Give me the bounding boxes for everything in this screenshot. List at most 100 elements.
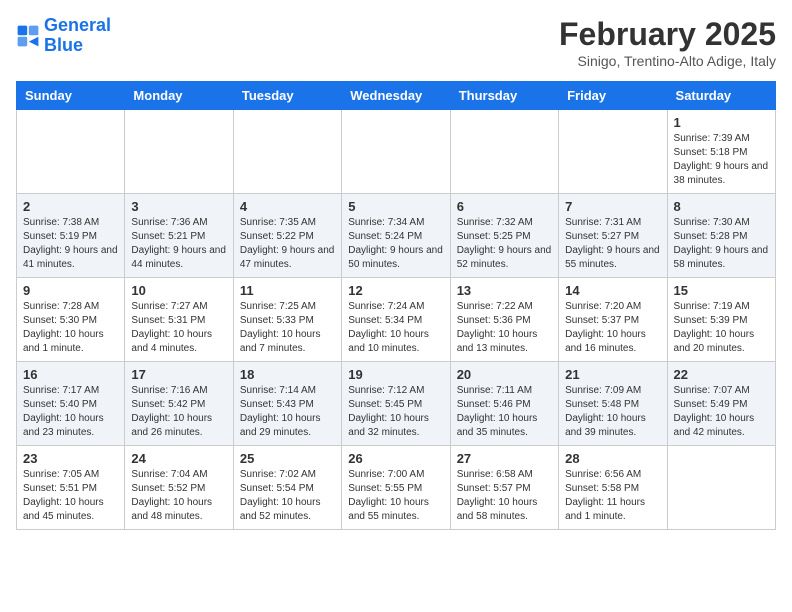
header-wednesday: Wednesday [342, 82, 450, 110]
day-info: Sunrise: 7:32 AM Sunset: 5:25 PM Dayligh… [457, 216, 552, 272]
table-row: 12 Sunrise: 7:24 AM Sunset: 5:34 PM Dayli… [342, 278, 450, 362]
logo-text: General Blue [44, 16, 111, 56]
logo-icon [16, 24, 40, 48]
day-number: 5 [348, 199, 443, 214]
day-number: 28 [565, 451, 660, 466]
day-info: Sunrise: 7:39 AM Sunset: 5:18 PM Dayligh… [674, 132, 769, 188]
day-number: 14 [565, 283, 660, 298]
table-row: 2 Sunrise: 7:38 AM Sunset: 5:19 PM Daylig… [17, 194, 125, 278]
day-number: 23 [23, 451, 118, 466]
day-info: Sunrise: 7:19 AM Sunset: 5:39 PM Dayligh… [674, 300, 769, 356]
header-saturday: Saturday [667, 82, 775, 110]
table-row [17, 110, 125, 194]
day-number: 2 [23, 199, 118, 214]
calendar-week-row: 16Sunrise: 7:17 AM Sunset: 5:40 PM Dayli… [17, 362, 776, 446]
table-row: 27 Sunrise: 6:58 AM Sunset: 5:57 PM Dayli… [450, 446, 558, 530]
day-info: Sunrise: 7:25 AM Sunset: 5:33 PM Dayligh… [240, 300, 335, 356]
table-row [667, 446, 775, 530]
header-thursday: Thursday [450, 82, 558, 110]
day-number: 22 [674, 367, 769, 382]
table-row: 4 Sunrise: 7:35 AM Sunset: 5:22 PM Daylig… [233, 194, 341, 278]
table-row: 11 Sunrise: 7:25 AM Sunset: 5:33 PM Dayli… [233, 278, 341, 362]
table-row: 19 Sunrise: 7:12 AM Sunset: 5:45 PM Dayli… [342, 362, 450, 446]
table-row [450, 110, 558, 194]
day-info: Sunrise: 7:28 AM Sunset: 5:30 PM Dayligh… [23, 300, 118, 356]
table-row: 21 Sunrise: 7:09 AM Sunset: 5:48 PM Dayli… [559, 362, 667, 446]
day-info: Sunrise: 7:36 AM Sunset: 5:21 PM Dayligh… [131, 216, 226, 272]
day-number: 7 [565, 199, 660, 214]
table-row: 23 Sunrise: 7:05 AM Sunset: 5:51 PM Dayli… [17, 446, 125, 530]
table-row: 16Sunrise: 7:17 AM Sunset: 5:40 PM Dayli… [17, 362, 125, 446]
day-info: Sunrise: 6:56 AM Sunset: 5:58 PM Dayligh… [565, 468, 660, 524]
day-info: Sunrise: 7:02 AM Sunset: 5:54 PM Dayligh… [240, 468, 335, 524]
day-number: 12 [348, 283, 443, 298]
day-info: Sunrise: 7:05 AM Sunset: 5:51 PM Dayligh… [23, 468, 118, 524]
table-row: 22Sunrise: 7:07 AM Sunset: 5:49 PM Dayli… [667, 362, 775, 446]
calendar-table: Sunday Monday Tuesday Wednesday Thursday… [16, 81, 776, 530]
day-info: Sunrise: 7:38 AM Sunset: 5:19 PM Dayligh… [23, 216, 118, 272]
day-info: Sunrise: 7:31 AM Sunset: 5:27 PM Dayligh… [565, 216, 660, 272]
table-row [559, 110, 667, 194]
day-number: 26 [348, 451, 443, 466]
day-number: 3 [131, 199, 226, 214]
calendar-week-row: 23 Sunrise: 7:05 AM Sunset: 5:51 PM Dayli… [17, 446, 776, 530]
day-number: 15 [674, 283, 769, 298]
day-info: Sunrise: 7:22 AM Sunset: 5:36 PM Dayligh… [457, 300, 552, 356]
table-row: 9Sunrise: 7:28 AM Sunset: 5:30 PM Daylig… [17, 278, 125, 362]
day-info: Sunrise: 7:30 AM Sunset: 5:28 PM Dayligh… [674, 216, 769, 272]
table-row: 17 Sunrise: 7:16 AM Sunset: 5:42 PM Dayli… [125, 362, 233, 446]
day-number: 8 [674, 199, 769, 214]
table-row: 8 Sunrise: 7:30 AM Sunset: 5:28 PM Daylig… [667, 194, 775, 278]
header-monday: Monday [125, 82, 233, 110]
table-row: 14 Sunrise: 7:20 AM Sunset: 5:37 PM Dayli… [559, 278, 667, 362]
day-info: Sunrise: 7:11 AM Sunset: 5:46 PM Dayligh… [457, 384, 552, 440]
table-row: 7 Sunrise: 7:31 AM Sunset: 5:27 PM Daylig… [559, 194, 667, 278]
day-info: Sunrise: 7:34 AM Sunset: 5:24 PM Dayligh… [348, 216, 443, 272]
day-number: 24 [131, 451, 226, 466]
day-number: 6 [457, 199, 552, 214]
day-info: Sunrise: 7:14 AM Sunset: 5:43 PM Dayligh… [240, 384, 335, 440]
day-info: Sunrise: 7:35 AM Sunset: 5:22 PM Dayligh… [240, 216, 335, 272]
day-number: 18 [240, 367, 335, 382]
day-number: 10 [131, 283, 226, 298]
calendar-header-row: Sunday Monday Tuesday Wednesday Thursday… [17, 82, 776, 110]
day-info: Sunrise: 7:17 AM Sunset: 5:40 PM Dayligh… [23, 384, 118, 440]
day-info: Sunrise: 7:12 AM Sunset: 5:45 PM Dayligh… [348, 384, 443, 440]
day-info: Sunrise: 6:58 AM Sunset: 5:57 PM Dayligh… [457, 468, 552, 524]
title-block: February 2025 Sinigo, Trentino-Alto Adig… [559, 16, 776, 69]
day-info: Sunrise: 7:00 AM Sunset: 5:55 PM Dayligh… [348, 468, 443, 524]
day-info: Sunrise: 7:16 AM Sunset: 5:42 PM Dayligh… [131, 384, 226, 440]
table-row: 6 Sunrise: 7:32 AM Sunset: 5:25 PM Daylig… [450, 194, 558, 278]
header-tuesday: Tuesday [233, 82, 341, 110]
table-row: 1 Sunrise: 7:39 AM Sunset: 5:18 PM Daylig… [667, 110, 775, 194]
day-number: 19 [348, 367, 443, 382]
table-row: 24 Sunrise: 7:04 AM Sunset: 5:52 PM Dayli… [125, 446, 233, 530]
table-row: 15 Sunrise: 7:19 AM Sunset: 5:39 PM Dayli… [667, 278, 775, 362]
day-info: Sunrise: 7:09 AM Sunset: 5:48 PM Dayligh… [565, 384, 660, 440]
month-title: February 2025 [559, 16, 776, 53]
logo: General Blue [16, 16, 111, 56]
table-row: 20 Sunrise: 7:11 AM Sunset: 5:46 PM Dayli… [450, 362, 558, 446]
day-number: 27 [457, 451, 552, 466]
header-sunday: Sunday [17, 82, 125, 110]
calendar-week-row: 9Sunrise: 7:28 AM Sunset: 5:30 PM Daylig… [17, 278, 776, 362]
location-subtitle: Sinigo, Trentino-Alto Adige, Italy [559, 53, 776, 69]
table-row: 18 Sunrise: 7:14 AM Sunset: 5:43 PM Dayli… [233, 362, 341, 446]
table-row: 13Sunrise: 7:22 AM Sunset: 5:36 PM Dayli… [450, 278, 558, 362]
day-number: 21 [565, 367, 660, 382]
day-info: Sunrise: 7:04 AM Sunset: 5:52 PM Dayligh… [131, 468, 226, 524]
day-number: 17 [131, 367, 226, 382]
table-row: 25Sunrise: 7:02 AM Sunset: 5:54 PM Dayli… [233, 446, 341, 530]
table-row [233, 110, 341, 194]
calendar-week-row: 2 Sunrise: 7:38 AM Sunset: 5:19 PM Daylig… [17, 194, 776, 278]
table-row: 5 Sunrise: 7:34 AM Sunset: 5:24 PM Daylig… [342, 194, 450, 278]
day-info: Sunrise: 7:20 AM Sunset: 5:37 PM Dayligh… [565, 300, 660, 356]
header-friday: Friday [559, 82, 667, 110]
day-number: 20 [457, 367, 552, 382]
calendar-week-row: 1 Sunrise: 7:39 AM Sunset: 5:18 PM Daylig… [17, 110, 776, 194]
day-number: 4 [240, 199, 335, 214]
day-number: 1 [674, 115, 769, 130]
table-row [342, 110, 450, 194]
day-info: Sunrise: 7:24 AM Sunset: 5:34 PM Dayligh… [348, 300, 443, 356]
day-number: 11 [240, 283, 335, 298]
